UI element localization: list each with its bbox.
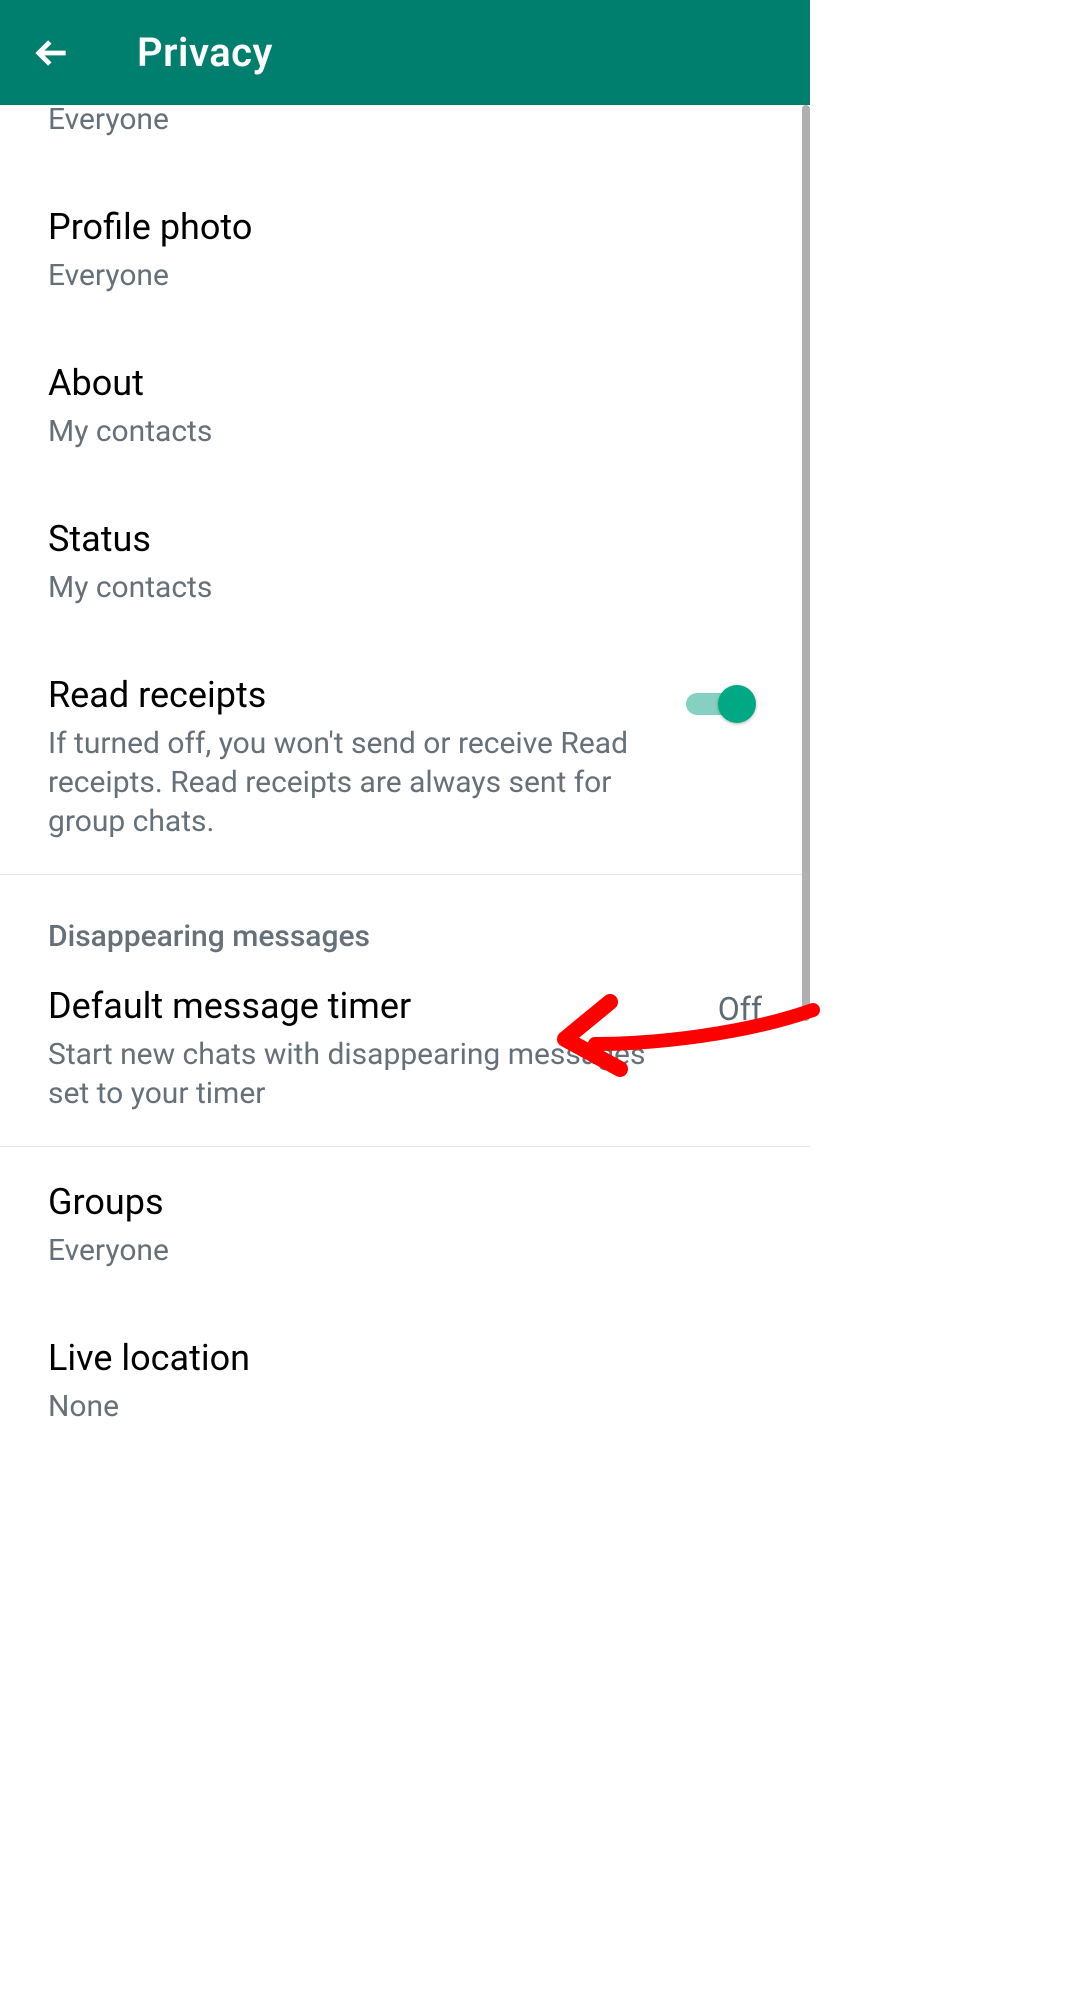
setting-label: Default message timer <box>48 984 688 1029</box>
setting-value: My contacts <box>48 568 762 607</box>
setting-read-receipts[interactable]: Read receipts If turned off, you won't s… <box>0 640 810 874</box>
settings-list[interactable]: Last seen Everyone Profile photo Everyon… <box>0 105 810 1511</box>
toggle-thumb <box>718 685 756 723</box>
setting-description: Start new chats with disappearing messag… <box>48 1035 688 1113</box>
setting-value: Everyone <box>48 1231 762 1270</box>
back-button[interactable] <box>30 30 75 75</box>
setting-status[interactable]: Status My contacts <box>0 484 810 640</box>
arrow-left-icon <box>34 34 72 72</box>
privacy-settings-screen: Privacy Last seen Everyone Profile photo… <box>0 0 810 1511</box>
setting-profile-photo[interactable]: Profile photo Everyone <box>0 172 810 328</box>
app-bar: Privacy <box>0 0 810 105</box>
setting-value: Everyone <box>48 105 762 139</box>
read-receipts-toggle[interactable] <box>686 685 756 723</box>
setting-label: Profile photo <box>48 205 762 250</box>
setting-default-message-timer[interactable]: Default message timer Start new chats wi… <box>0 964 810 1146</box>
setting-label: Status <box>48 517 762 562</box>
setting-label: Read receipts <box>48 673 656 718</box>
page-title: Privacy <box>137 29 273 76</box>
setting-live-location[interactable]: Live location None <box>0 1303 810 1459</box>
setting-value: My contacts <box>48 412 762 451</box>
setting-last-seen[interactable]: Last seen Everyone <box>0 105 810 172</box>
setting-value: None <box>48 1387 762 1426</box>
section-header-disappearing: Disappearing messages <box>0 875 810 964</box>
setting-groups[interactable]: Groups Everyone <box>0 1147 810 1303</box>
setting-label: Groups <box>48 1180 762 1225</box>
setting-description: If turned off, you won't send or receive… <box>48 724 656 841</box>
scrollbar-thumb[interactable] <box>802 105 810 1021</box>
setting-value: Off <box>718 990 762 1028</box>
setting-label: About <box>48 361 762 406</box>
setting-value: Everyone <box>48 256 762 295</box>
setting-about[interactable]: About My contacts <box>0 328 810 484</box>
setting-label: Live location <box>48 1336 762 1381</box>
